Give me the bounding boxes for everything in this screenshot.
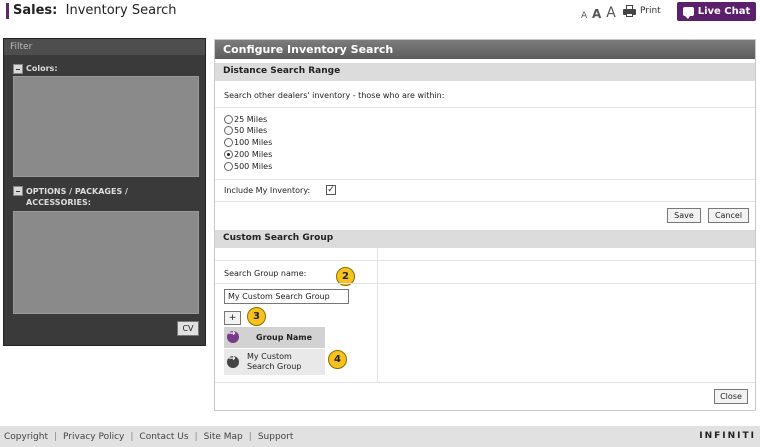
- radio-icon[interactable]: [224, 126, 233, 135]
- divider: [215, 283, 755, 284]
- group-table-row[interactable]: My Custom Search Group: [224, 349, 325, 375]
- font-size-small-button[interactable]: A: [581, 11, 587, 21]
- print-button[interactable]: Print: [623, 5, 661, 17]
- configure-inventory-panel: Configure Inventory Search Distance Sear…: [214, 39, 756, 411]
- footer-link-privacy[interactable]: Privacy Policy: [63, 432, 124, 442]
- column-divider: [377, 248, 378, 383]
- radio-100-miles[interactable]: 100 Miles: [224, 138, 272, 147]
- colors-list[interactable]: [13, 76, 199, 177]
- radio-label: 200 Miles: [234, 150, 273, 159]
- radio-label: 25 Miles: [234, 115, 268, 124]
- callout-3: 3: [247, 307, 266, 326]
- font-size-medium-button[interactable]: A: [592, 7, 601, 21]
- filter-panel: Filter Colors: OPTIONS / PACKAGES / ACCE…: [3, 38, 206, 346]
- group-name-label: Search Group name:: [224, 269, 307, 278]
- radio-icon[interactable]: [224, 115, 233, 124]
- brand-logo: INFINITI: [699, 431, 756, 441]
- callout-4: 4: [328, 350, 347, 369]
- custom-group-section-heading: Custom Search Group: [215, 230, 755, 248]
- options-label: OPTIONS / PACKAGES / ACCESSORIES:: [26, 187, 128, 207]
- arrow-right-icon: [227, 329, 239, 343]
- printer-icon: [623, 5, 636, 17]
- collapse-icon[interactable]: [13, 186, 23, 196]
- distance-prompt: Search other dealers' inventory - those …: [224, 91, 445, 100]
- close-button[interactable]: Close: [714, 389, 748, 404]
- separator: |: [248, 431, 252, 442]
- footer-link-support[interactable]: Support: [258, 432, 294, 442]
- radio-icon[interactable]: [224, 162, 233, 171]
- page-title: Sales: Inventory Search: [6, 3, 177, 19]
- options-list[interactable]: [13, 211, 199, 314]
- arrow-right-icon[interactable]: [227, 354, 239, 368]
- top-bar: Sales: Inventory Search A A A Print Live…: [0, 0, 760, 30]
- options-section-header[interactable]: OPTIONS / PACKAGES / ACCESSORIES:: [13, 186, 163, 208]
- group-table-header: Group Name: [224, 327, 325, 348]
- page-section: Sales:: [13, 3, 58, 18]
- distance-section-heading: Distance Search Range: [215, 63, 755, 81]
- colors-section-header[interactable]: Colors:: [13, 64, 58, 74]
- radio-icon[interactable]: [224, 138, 233, 147]
- filter-title: Filter: [4, 39, 205, 55]
- separator: |: [130, 431, 134, 442]
- divider: [215, 201, 755, 202]
- collapse-icon[interactable]: [13, 64, 23, 74]
- radio-label: 500 Miles: [234, 162, 273, 171]
- add-group-button[interactable]: +: [224, 311, 241, 325]
- print-label: Print: [640, 6, 661, 16]
- footer-link-copyright[interactable]: Copyright: [4, 432, 48, 442]
- include-inventory-checkbox[interactable]: ✓: [326, 185, 336, 195]
- font-size-controls: A A A: [581, 5, 618, 21]
- radio-label: 50 Miles: [234, 126, 268, 135]
- divider: [215, 107, 755, 108]
- radio-25-miles[interactable]: 25 Miles: [224, 115, 267, 124]
- group-name-column-header: Group Name: [256, 333, 313, 342]
- divider: [215, 260, 755, 261]
- group-name-input[interactable]: My Custom Search Group: [224, 289, 349, 304]
- footer: Copyright | Privacy Policy | Contact Us …: [0, 426, 760, 447]
- page-name: Inventory Search: [65, 3, 177, 18]
- divider: [215, 382, 755, 383]
- radio-500-miles[interactable]: 500 Miles: [224, 162, 272, 171]
- footer-link-contact[interactable]: Contact Us: [139, 432, 188, 442]
- include-inventory-label: Include My Inventory:: [224, 186, 311, 195]
- footer-link-sitemap[interactable]: Site Map: [204, 432, 243, 442]
- cancel-button[interactable]: Cancel: [708, 208, 749, 223]
- panel-title: Configure Inventory Search: [215, 40, 755, 59]
- separator: |: [194, 431, 198, 442]
- radio-label: 100 Miles: [234, 138, 273, 147]
- font-size-large-button[interactable]: A: [606, 5, 616, 21]
- save-button[interactable]: Save: [667, 208, 701, 223]
- radio-50-miles[interactable]: 50 Miles: [224, 126, 267, 135]
- radio-selected-icon[interactable]: [224, 150, 233, 159]
- cv-button[interactable]: CV: [177, 321, 199, 336]
- live-chat-button[interactable]: Live Chat: [677, 2, 756, 21]
- divider: [215, 179, 755, 180]
- chat-bubble-icon: [682, 7, 694, 19]
- group-name-cell: My Custom Search Group: [247, 352, 302, 371]
- separator: |: [53, 431, 58, 442]
- radio-200-miles[interactable]: 200 Miles: [224, 150, 272, 159]
- live-chat-label: Live Chat: [697, 6, 751, 17]
- colors-label: Colors:: [26, 64, 58, 73]
